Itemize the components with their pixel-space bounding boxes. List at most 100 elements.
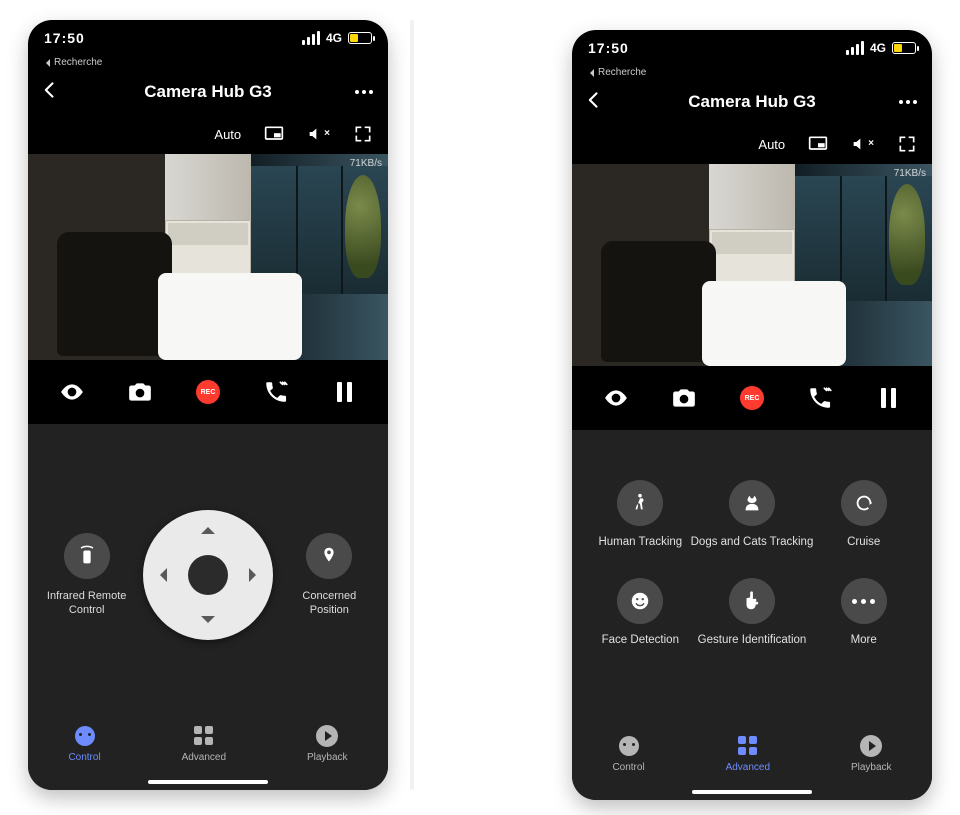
bitrate-label: 71KB/s — [894, 168, 926, 179]
rec-badge: REC — [740, 386, 764, 410]
network-type: 4G — [870, 41, 886, 55]
tab-playback[interactable]: Playback — [851, 734, 892, 773]
more-label: More — [851, 634, 877, 646]
fullscreen-button[interactable] — [352, 124, 374, 144]
tab-control[interactable]: Control — [612, 734, 644, 773]
snapshot-button[interactable] — [665, 379, 703, 417]
dpad-up[interactable] — [201, 520, 215, 534]
mute-x-icon: × — [868, 139, 874, 149]
more-options-button[interactable] — [896, 100, 920, 104]
dpad-left[interactable] — [153, 568, 167, 582]
signal-icon — [846, 41, 864, 55]
infrared-remote-button[interactable]: Infrared Remote Control — [42, 533, 132, 618]
cruise-button[interactable]: Cruise — [813, 480, 914, 548]
bitrate-label: 71KB/s — [350, 158, 382, 169]
mute-button[interactable]: × — [307, 126, 330, 142]
mute-button[interactable]: × — [851, 136, 874, 152]
back-button[interactable] — [584, 90, 608, 114]
snapshot-button[interactable] — [121, 373, 159, 411]
pause-button[interactable] — [869, 379, 907, 417]
home-indicator[interactable] — [148, 780, 268, 784]
pause-button[interactable] — [325, 373, 363, 411]
status-time: 17:50 — [44, 30, 85, 46]
battery-icon — [348, 32, 372, 44]
smiley-face-icon — [629, 590, 651, 612]
ptz-dpad[interactable] — [143, 510, 273, 640]
video-quality-selector[interactable]: Auto — [214, 127, 241, 142]
status-sub-label: Recherche — [572, 66, 932, 80]
privacy-toggle-button[interactable] — [597, 379, 635, 417]
phone-icon — [263, 379, 289, 405]
face-detection-button[interactable]: Face Detection — [590, 578, 691, 646]
camera-icon — [127, 379, 153, 405]
cruise-label: Cruise — [847, 536, 880, 548]
ellipsis-icon — [852, 599, 875, 604]
record-button[interactable]: REC — [189, 373, 227, 411]
back-button[interactable] — [40, 80, 64, 104]
tab-playback-label: Playback — [307, 752, 348, 763]
video-quality-selector[interactable]: Auto — [758, 137, 785, 152]
talk-button[interactable] — [801, 379, 839, 417]
eye-icon — [603, 385, 629, 411]
tab-advanced[interactable]: Advanced — [182, 724, 226, 763]
mute-x-icon: × — [324, 129, 330, 139]
phone-screenshot-control: 17:50 4G Recherche Camera Hub G3 Auto — [28, 20, 388, 790]
advanced-tab-icon — [738, 736, 757, 755]
chevron-left-icon — [40, 80, 60, 100]
talk-button[interactable] — [257, 373, 295, 411]
human-tracking-button[interactable]: Human Tracking — [590, 480, 691, 548]
tab-advanced[interactable]: Advanced — [726, 734, 770, 773]
dpad-down[interactable] — [201, 616, 215, 630]
playback-tab-icon — [316, 725, 338, 747]
camera-icon — [671, 385, 697, 411]
infrared-label: Infrared Remote Control — [42, 589, 132, 618]
gesture-identification-button[interactable]: Gesture Identification — [691, 578, 814, 646]
tab-playback[interactable]: Playback — [307, 724, 348, 763]
gesture-label: Gesture Identification — [698, 634, 807, 646]
record-button[interactable]: REC — [733, 379, 771, 417]
walking-person-icon — [629, 492, 651, 514]
speaker-icon — [307, 126, 323, 142]
live-video-view[interactable]: 71KB/s — [572, 164, 932, 366]
nav-bar: Camera Hub G3 — [28, 70, 388, 114]
concerned-position-button[interactable]: Concerned Position — [284, 533, 374, 618]
pip-button[interactable] — [807, 134, 829, 154]
battery-icon — [892, 42, 916, 54]
tab-advanced-label: Advanced — [726, 762, 770, 773]
bottom-tab-bar: Control Advanced Playback — [572, 724, 932, 800]
concerned-position-label: Concerned Position — [284, 589, 374, 618]
more-features-button[interactable]: More — [813, 578, 914, 646]
page-title: Camera Hub G3 — [64, 82, 352, 102]
more-options-button[interactable] — [352, 90, 376, 94]
dpad-center[interactable] — [188, 555, 228, 595]
privacy-toggle-button[interactable] — [53, 373, 91, 411]
status-bar: 17:50 4G — [572, 30, 932, 66]
advanced-tab-icon — [194, 726, 213, 745]
screenshot-divider — [410, 20, 414, 790]
fullscreen-icon — [896, 134, 918, 154]
video-toolbar: Auto × — [28, 114, 388, 154]
control-tab-icon — [75, 726, 95, 746]
pets-tracking-button[interactable]: Dogs and Cats Tracking — [691, 480, 814, 548]
stage: 17:50 4G Recherche Camera Hub G3 Auto — [0, 0, 960, 815]
pause-icon — [881, 388, 896, 408]
signal-icon — [302, 31, 320, 45]
fullscreen-button[interactable] — [896, 134, 918, 154]
rec-badge: REC — [196, 380, 220, 404]
home-indicator[interactable] — [692, 790, 812, 794]
playback-tab-icon — [860, 735, 882, 757]
dpad-right[interactable] — [249, 568, 263, 582]
page-title: Camera Hub G3 — [608, 92, 896, 112]
speaker-icon — [851, 136, 867, 152]
video-toolbar: Auto × — [572, 124, 932, 164]
tab-control[interactable]: Control — [68, 724, 100, 763]
status-time: 17:50 — [588, 40, 629, 56]
position-marker-icon — [318, 545, 340, 567]
pip-button[interactable] — [263, 124, 285, 144]
tab-advanced-label: Advanced — [182, 752, 226, 763]
network-type: 4G — [326, 31, 342, 45]
control-tab-icon — [619, 736, 639, 756]
live-video-view[interactable]: 71KB/s — [28, 154, 388, 360]
advanced-panel: Human Tracking Dogs and Cats Tracking Cr… — [572, 430, 932, 724]
fullscreen-icon — [352, 124, 374, 144]
